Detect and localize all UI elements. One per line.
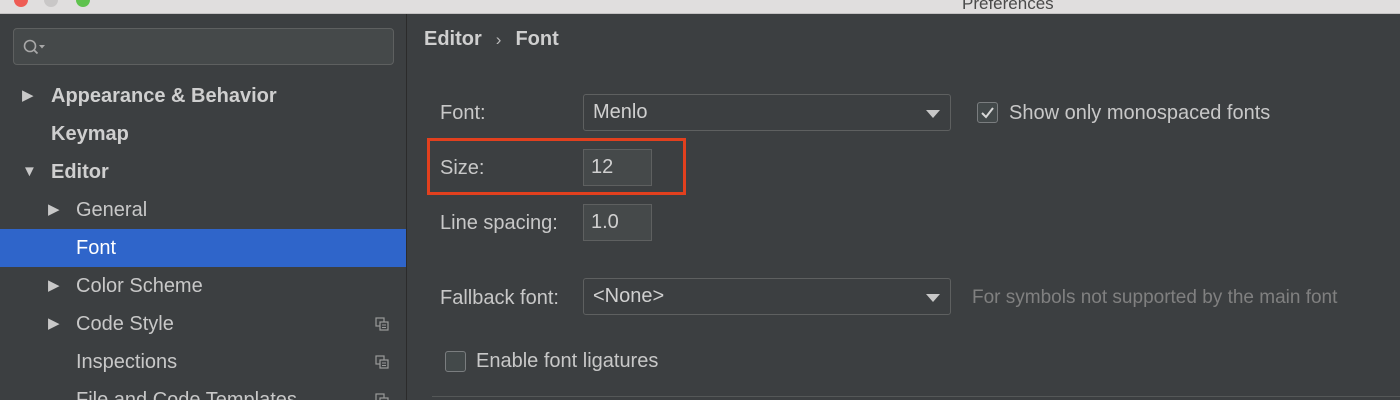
font-label: Font: bbox=[440, 102, 486, 124]
collapse-arrow-icon[interactable]: ▼ bbox=[22, 153, 37, 191]
line-spacing-input[interactable]: 1.0 bbox=[583, 204, 652, 241]
sidebar-item-label: Appearance & Behavior bbox=[51, 85, 277, 107]
search-icon[interactable] bbox=[22, 38, 46, 56]
expand-arrow-icon[interactable]: ▶ bbox=[48, 305, 60, 343]
dropdown-caret-icon bbox=[926, 110, 940, 118]
breadcrumb-separator-icon: › bbox=[495, 30, 502, 49]
sidebar-item-file-code-templates[interactable]: File and Code Templates bbox=[0, 381, 406, 400]
sidebar-item-font[interactable]: Font bbox=[0, 229, 406, 267]
fallback-font-value: <None> bbox=[593, 285, 665, 307]
maximize-window-button[interactable] bbox=[76, 0, 90, 7]
font-dropdown-value: Menlo bbox=[593, 101, 648, 123]
sidebar-item-label: Editor bbox=[51, 161, 109, 183]
sidebar-item-inspections[interactable]: Inspections bbox=[0, 343, 406, 381]
minimize-window-button[interactable] bbox=[44, 0, 58, 7]
sidebar-item-label: Inspections bbox=[76, 351, 178, 373]
sidebar-item-label: Code Style bbox=[76, 313, 174, 335]
expand-arrow-icon[interactable]: ▶ bbox=[22, 77, 34, 115]
sidebar-item-code-style[interactable]: ▶ Code Style bbox=[0, 305, 406, 343]
window-title: Preferences bbox=[962, 0, 1054, 13]
fallback-font-hint: For symbols not supported by the main fo… bbox=[972, 287, 1338, 308]
sidebar-item-label: Color Scheme bbox=[76, 275, 203, 297]
sidebar-item-label: General bbox=[76, 199, 148, 221]
sidebar-item-general[interactable]: ▶ General bbox=[0, 191, 406, 229]
monospaced-checkbox[interactable] bbox=[977, 102, 998, 123]
breadcrumb-font: Font bbox=[515, 28, 559, 50]
settings-search-input[interactable] bbox=[13, 28, 394, 65]
ligatures-label[interactable]: Enable font ligatures bbox=[476, 350, 658, 373]
sidebar-item-label: File and Code Templates bbox=[76, 389, 297, 400]
ligatures-checkbox[interactable] bbox=[445, 351, 466, 372]
section-divider bbox=[432, 396, 1400, 397]
font-settings-panel: Editor › Font Font: Menlo Show only monosp… bbox=[408, 14, 1400, 400]
breadcrumb: Editor › Font bbox=[424, 28, 559, 51]
fallback-font-dropdown[interactable]: <None> bbox=[583, 278, 951, 315]
monospaced-label[interactable]: Show only monospaced fonts bbox=[1009, 102, 1270, 125]
copy-icon bbox=[375, 393, 389, 400]
size-highlight-box bbox=[427, 138, 686, 195]
copy-icon bbox=[375, 317, 389, 331]
expand-arrow-icon[interactable]: ▶ bbox=[48, 191, 60, 229]
sidebar-item-appearance-behavior[interactable]: ▶ Appearance & Behavior bbox=[0, 77, 406, 115]
dropdown-caret-icon bbox=[926, 294, 940, 302]
title-bar: Preferences bbox=[0, 0, 1400, 14]
sidebar-item-editor[interactable]: ▼ Editor bbox=[0, 153, 406, 191]
breadcrumb-editor[interactable]: Editor bbox=[424, 28, 482, 50]
checkmark-icon bbox=[981, 107, 994, 119]
fallback-font-label: Fallback font: bbox=[440, 287, 559, 309]
expand-arrow-icon[interactable]: ▶ bbox=[48, 267, 60, 305]
sidebar-item-color-scheme[interactable]: ▶ Color Scheme bbox=[0, 267, 406, 305]
copy-icon bbox=[375, 355, 389, 369]
sidebar-item-label: Font bbox=[76, 237, 117, 259]
line-spacing-label: Line spacing: bbox=[440, 212, 558, 234]
settings-sidebar: ▶ Appearance & Behavior Keymap ▼ Editor … bbox=[0, 14, 407, 400]
sidebar-item-keymap[interactable]: Keymap bbox=[0, 115, 406, 153]
sidebar-item-label: Keymap bbox=[51, 123, 129, 145]
font-dropdown[interactable]: Menlo bbox=[583, 94, 951, 131]
close-window-button[interactable] bbox=[14, 0, 28, 7]
